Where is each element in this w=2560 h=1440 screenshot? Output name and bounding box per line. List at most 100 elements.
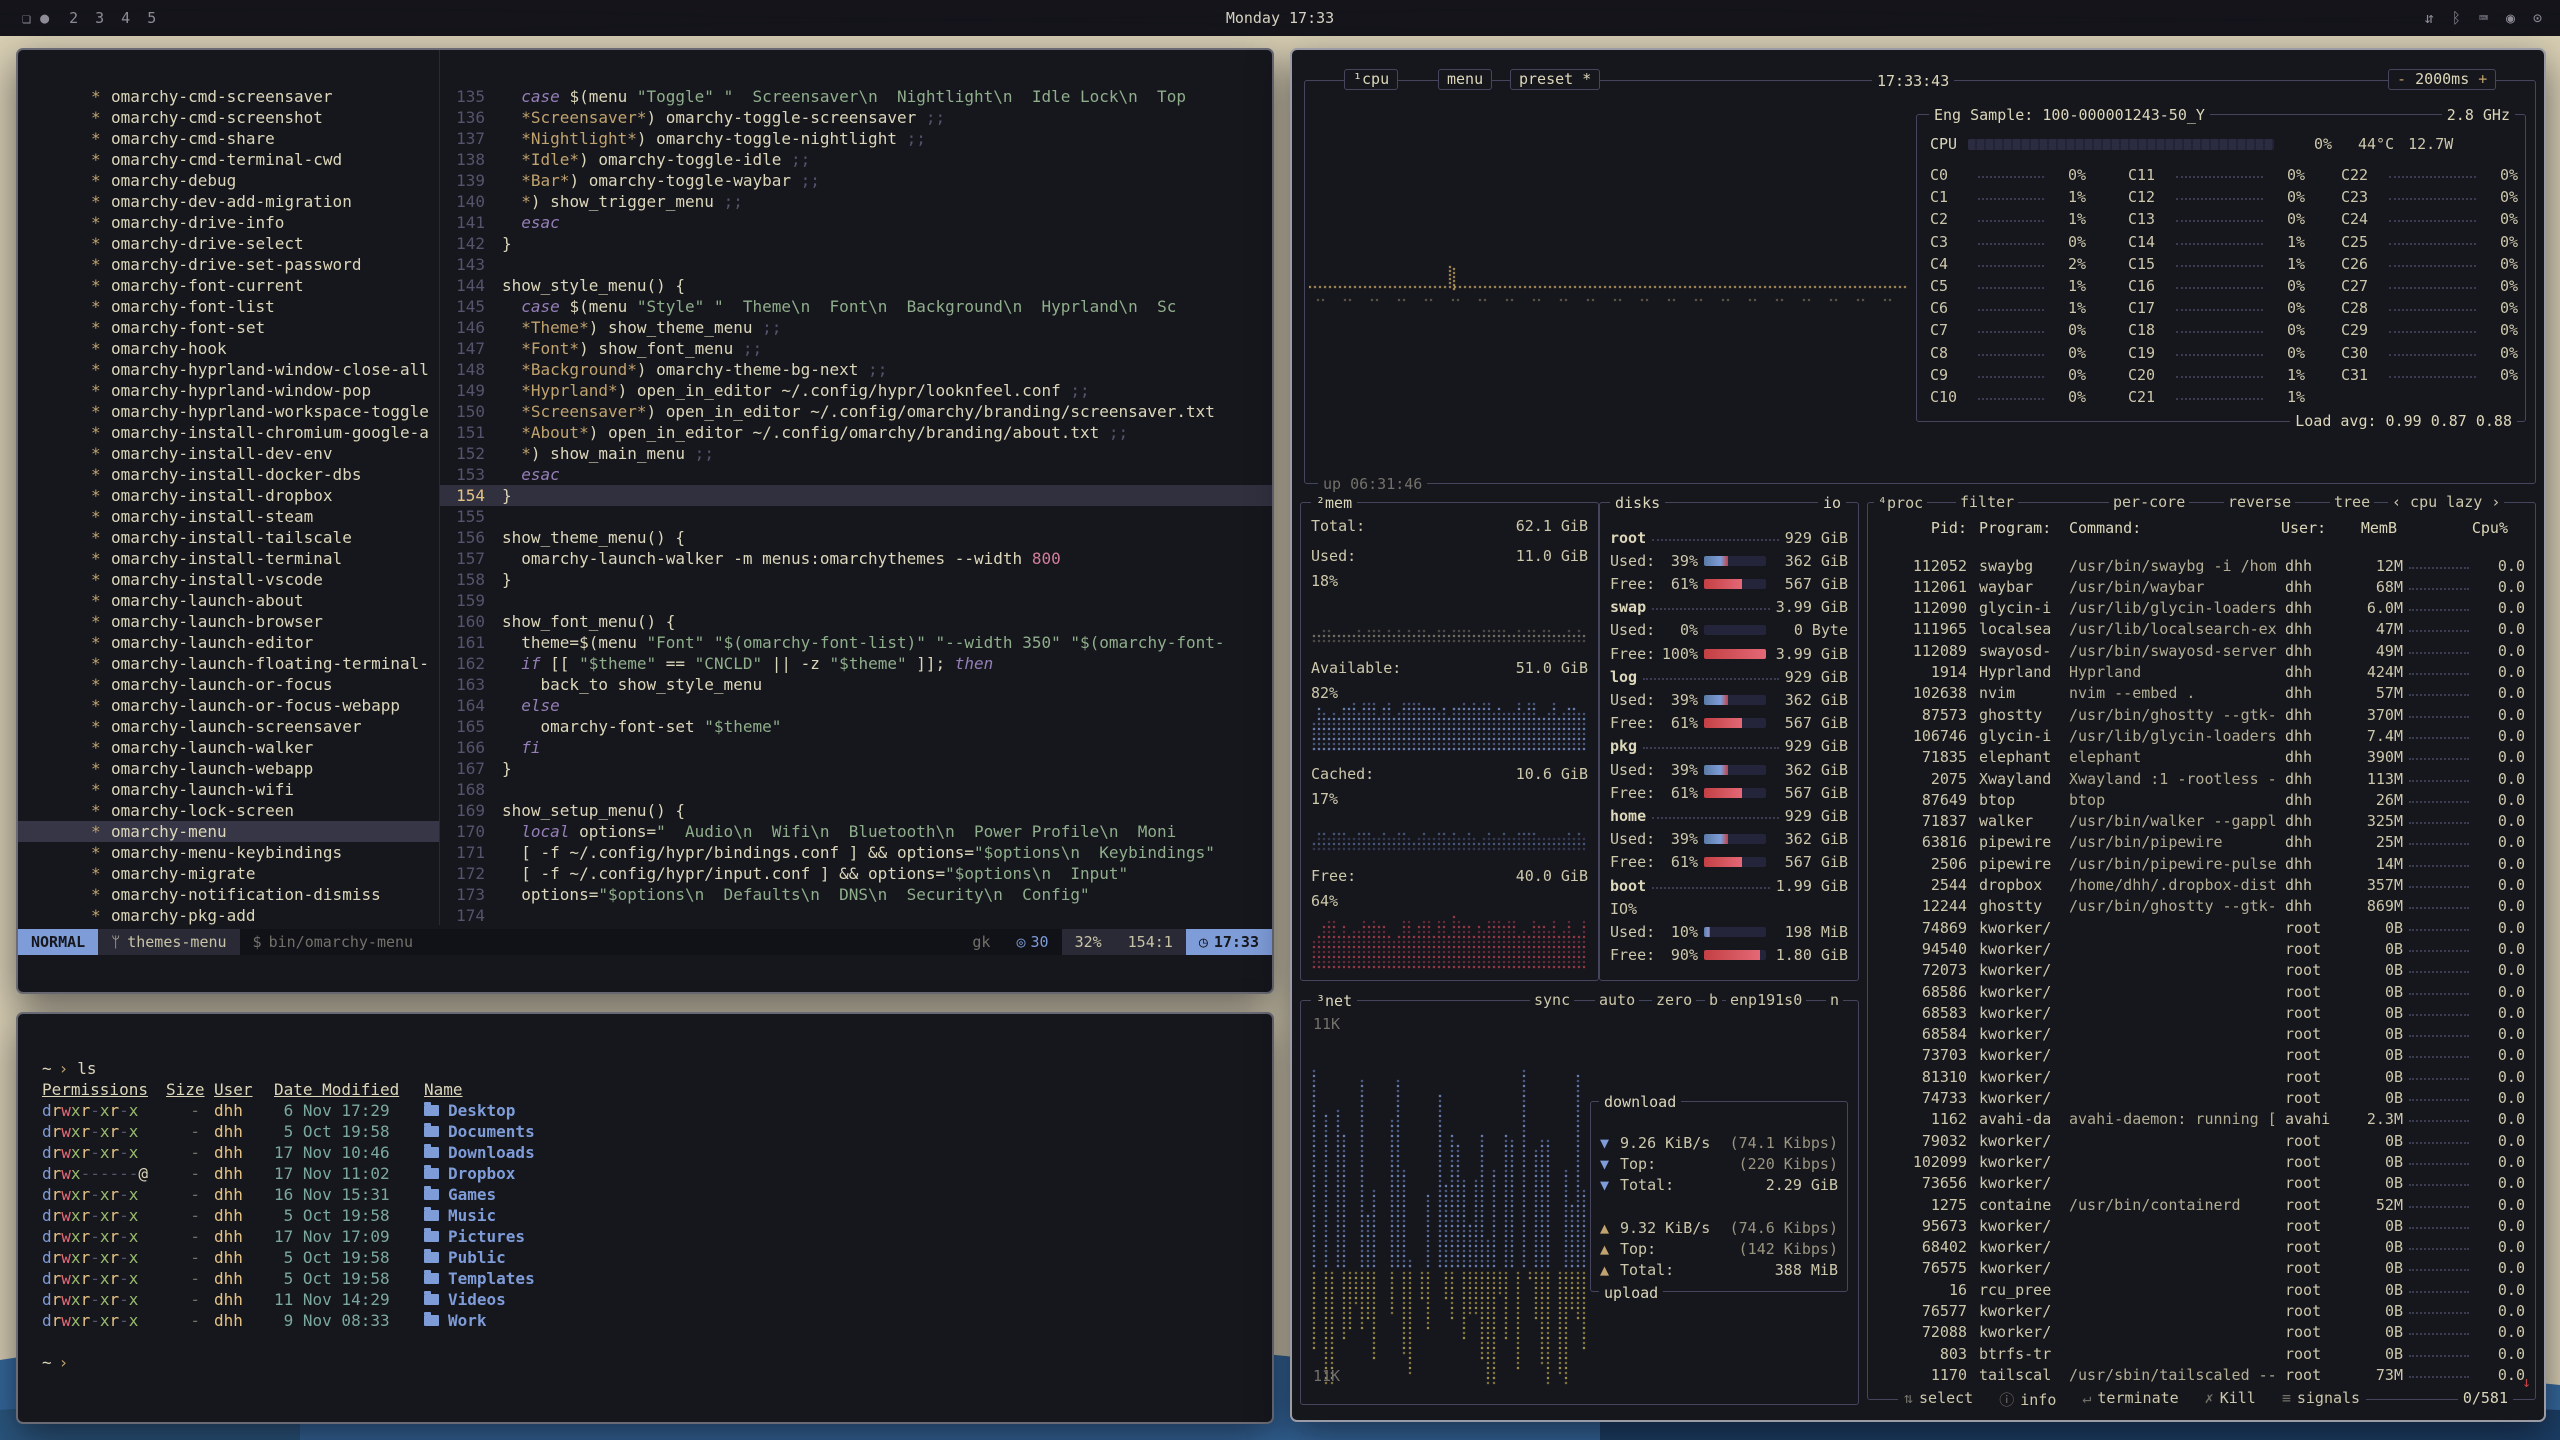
file-item[interactable]: *omarchy-drive-info (18, 212, 439, 233)
net-control-enp191s0[interactable]: enp191s0 (1726, 991, 1806, 1009)
proc-col-user[interactable]: User: (2281, 519, 2326, 537)
dir-name[interactable]: Pictures (424, 1227, 525, 1246)
file-item[interactable]: *omarchy-cmd-share (18, 128, 439, 149)
bluetooth-icon[interactable]: ᛒ (2452, 9, 2461, 27)
net-control-auto[interactable]: auto (1595, 991, 1639, 1009)
proc-footer-select[interactable]: ⇅select (1904, 1389, 1973, 1410)
dir-name[interactable]: Downloads (424, 1143, 535, 1162)
file-item[interactable]: *omarchy-install-dropbox (18, 485, 439, 506)
proc-row[interactable]: 803btrfs-trroot0B0.0 (1882, 1343, 2525, 1364)
proc-row[interactable]: 74733kworker/root0B0.0 (1882, 1088, 2525, 1109)
proc-control-tree[interactable]: tree (2330, 493, 2374, 511)
proc-row[interactable]: 87649btopbtopdhh26M0.0 (1882, 789, 2525, 810)
proc-row[interactable]: 2506pipewire/usr/bin/pipewire-pulsedhh14… (1882, 853, 2525, 874)
notification-icon[interactable]: ⊙ (2533, 9, 2542, 27)
file-item[interactable]: *omarchy-launch-screensaver (18, 716, 439, 737)
proc-row[interactable]: 112090glycin-i/usr/lib/glycin-loadersdhh… (1882, 598, 2525, 619)
dir-name[interactable]: Desktop (424, 1101, 515, 1120)
proc-row[interactable]: 1914HyprlandHyprlanddhh424M0.0 (1882, 662, 2525, 683)
file-item[interactable]: *omarchy-install-vscode (18, 569, 439, 590)
proc-row[interactable]: 112052swaybg/usr/bin/swaybg -i /homdhh12… (1882, 555, 2525, 576)
file-item[interactable]: *omarchy-migrate (18, 863, 439, 884)
file-item[interactable]: *omarchy-font-list (18, 296, 439, 317)
proc-row[interactable]: 112061waybar/usr/bin/waybardhh68M0.0 (1882, 576, 2525, 597)
proc-col-pid[interactable]: Pid: (1882, 519, 1967, 537)
proc-row[interactable]: 68402kworker/root0B0.0 (1882, 1237, 2525, 1258)
file-item[interactable]: *omarchy-install-docker-dbs (18, 464, 439, 485)
proc-row[interactable]: 2075XwaylandXwayland :1 -rootless -dhh11… (1882, 768, 2525, 789)
proc-row[interactable]: 1162avahi-daavahi-daemon: running [avahi… (1882, 1109, 2525, 1130)
keyboard-icon[interactable]: ⌨ (2479, 9, 2488, 27)
proc-row[interactable]: 68584kworker/root0B0.0 (1882, 1024, 2525, 1045)
proc-row[interactable]: 73703kworker/root0B0.0 (1882, 1045, 2525, 1066)
net-control-sync[interactable]: sync (1530, 991, 1574, 1009)
interval-minus-button[interactable]: - (2397, 70, 2406, 88)
tab-cpu[interactable]: ¹cpu (1344, 69, 1398, 90)
file-item[interactable]: *omarchy-notification-dismiss (18, 884, 439, 905)
file-item[interactable]: *omarchy-launch-about (18, 590, 439, 611)
proc-row[interactable]: 79032kworker/root0B0.0 (1882, 1130, 2525, 1151)
net-control-n[interactable]: n (1826, 991, 1843, 1009)
file-item[interactable]: *omarchy-hook (18, 338, 439, 359)
proc-row[interactable]: 72073kworker/root0B0.0 (1882, 960, 2525, 981)
dir-name[interactable]: Videos (424, 1290, 506, 1309)
file-item[interactable]: *omarchy-launch-browser (18, 611, 439, 632)
proc-row[interactable]: 63816pipewire/usr/bin/pipewiredhh25M0.0 (1882, 832, 2525, 853)
file-item[interactable]: *omarchy-hyprland-window-close-all (18, 359, 439, 380)
file-item[interactable]: *omarchy-cmd-screensaver (18, 86, 439, 107)
proc-row[interactable]: 71837walker/usr/bin/walker --gappldhh325… (1882, 811, 2525, 832)
dir-name[interactable]: Documents (424, 1122, 535, 1141)
proc-control-per-core[interactable]: per-core (2109, 493, 2189, 511)
file-item[interactable]: *omarchy-cmd-screenshot (18, 107, 439, 128)
proc-row[interactable]: 87573ghostty/usr/bin/ghostty --gtk-dhh37… (1882, 704, 2525, 725)
proc-row[interactable]: 94540kworker/root0B0.0 (1882, 938, 2525, 959)
dir-name[interactable]: Templates (424, 1269, 535, 1288)
network-title[interactable]: ³net (1311, 991, 1357, 1011)
proc-col-cpu[interactable]: Cpu% (2443, 519, 2508, 537)
code-pane[interactable]: 135 case $(menu "Toggle" " Screensaver\n… (439, 50, 1272, 925)
network-arrows-icon[interactable]: ⇵ (2425, 9, 2434, 27)
proc-row[interactable]: 106746glycin-i/usr/lib/glycin-loadersdhh… (1882, 725, 2525, 746)
proc-row[interactable]: 73656kworker/root0B0.0 (1882, 1173, 2525, 1194)
file-item[interactable]: *omarchy-install-steam (18, 506, 439, 527)
proc-col-program[interactable]: Program: (1979, 519, 2051, 537)
proc-row[interactable]: 71835elephantelephantdhh390M0.0 (1882, 747, 2525, 768)
dir-name[interactable]: Work (424, 1311, 487, 1330)
file-item[interactable]: *omarchy-launch-walker (18, 737, 439, 758)
file-item[interactable]: *omarchy-font-set (18, 317, 439, 338)
disks-title[interactable]: disks (1610, 493, 1665, 513)
memory-title[interactable]: ²mem (1311, 493, 1357, 513)
file-item[interactable]: *omarchy-launch-webapp (18, 758, 439, 779)
proc-row[interactable]: 16rcu_preeroot0B0.0 (1882, 1279, 2525, 1300)
io-toggle[interactable]: io (1818, 493, 1846, 513)
proc-footer-info[interactable]: ⓘinfo (1999, 1389, 2056, 1410)
file-item[interactable]: *omarchy-lock-screen (18, 800, 439, 821)
net-control-zero[interactable]: zero (1652, 991, 1696, 1009)
net-control-b[interactable]: b (1705, 991, 1722, 1009)
file-item[interactable]: *omarchy-drive-select (18, 233, 439, 254)
proc-row[interactable]: 72088kworker/root0B0.0 (1882, 1322, 2525, 1343)
file-list-pane[interactable]: *omarchy-cmd-screensaver*omarchy-cmd-scr… (18, 50, 439, 925)
file-item[interactable]: *omarchy-menu-keybindings (18, 842, 439, 863)
file-item[interactable]: *omarchy-pkg-add (18, 905, 439, 925)
proc-row[interactable]: 68583kworker/root0B0.0 (1882, 1002, 2525, 1023)
interval-plus-button[interactable]: + (2478, 70, 2487, 88)
file-item[interactable]: *omarchy-dev-add-migration (18, 191, 439, 212)
proc-sort-selector[interactable]: ‹ cpu lazy › (2388, 493, 2504, 511)
file-item[interactable]: *omarchy-launch-wifi (18, 779, 439, 800)
proc-footer-kill[interactable]: ✗Kill (2205, 1389, 2256, 1410)
file-item[interactable]: *omarchy-install-terminal (18, 548, 439, 569)
proc-row[interactable]: 76577kworker/root0B0.0 (1882, 1301, 2525, 1322)
proc-row[interactable]: 95673kworker/root0B0.0 (1882, 1215, 2525, 1236)
tab-preset[interactable]: preset * (1510, 69, 1600, 90)
proc-footer-signals[interactable]: ≡signals (2282, 1389, 2360, 1410)
proc-footer-terminate[interactable]: ↵terminate (2082, 1389, 2178, 1410)
file-item[interactable]: *omarchy-hyprland-workspace-toggle (18, 401, 439, 422)
file-item[interactable]: *omarchy-font-current (18, 275, 439, 296)
proc-row[interactable]: 74869kworker/root0B0.0 (1882, 917, 2525, 938)
file-item[interactable]: *omarchy-launch-or-focus (18, 674, 439, 695)
proc-row[interactable]: 1275containe/usr/bin/containerdroot52M0.… (1882, 1194, 2525, 1215)
proc-row[interactable]: 112089swayosd-/usr/bin/swayosd-serverdhh… (1882, 640, 2525, 661)
file-item[interactable]: *omarchy-launch-or-focus-webapp (18, 695, 439, 716)
dir-name[interactable]: Games (424, 1185, 496, 1204)
